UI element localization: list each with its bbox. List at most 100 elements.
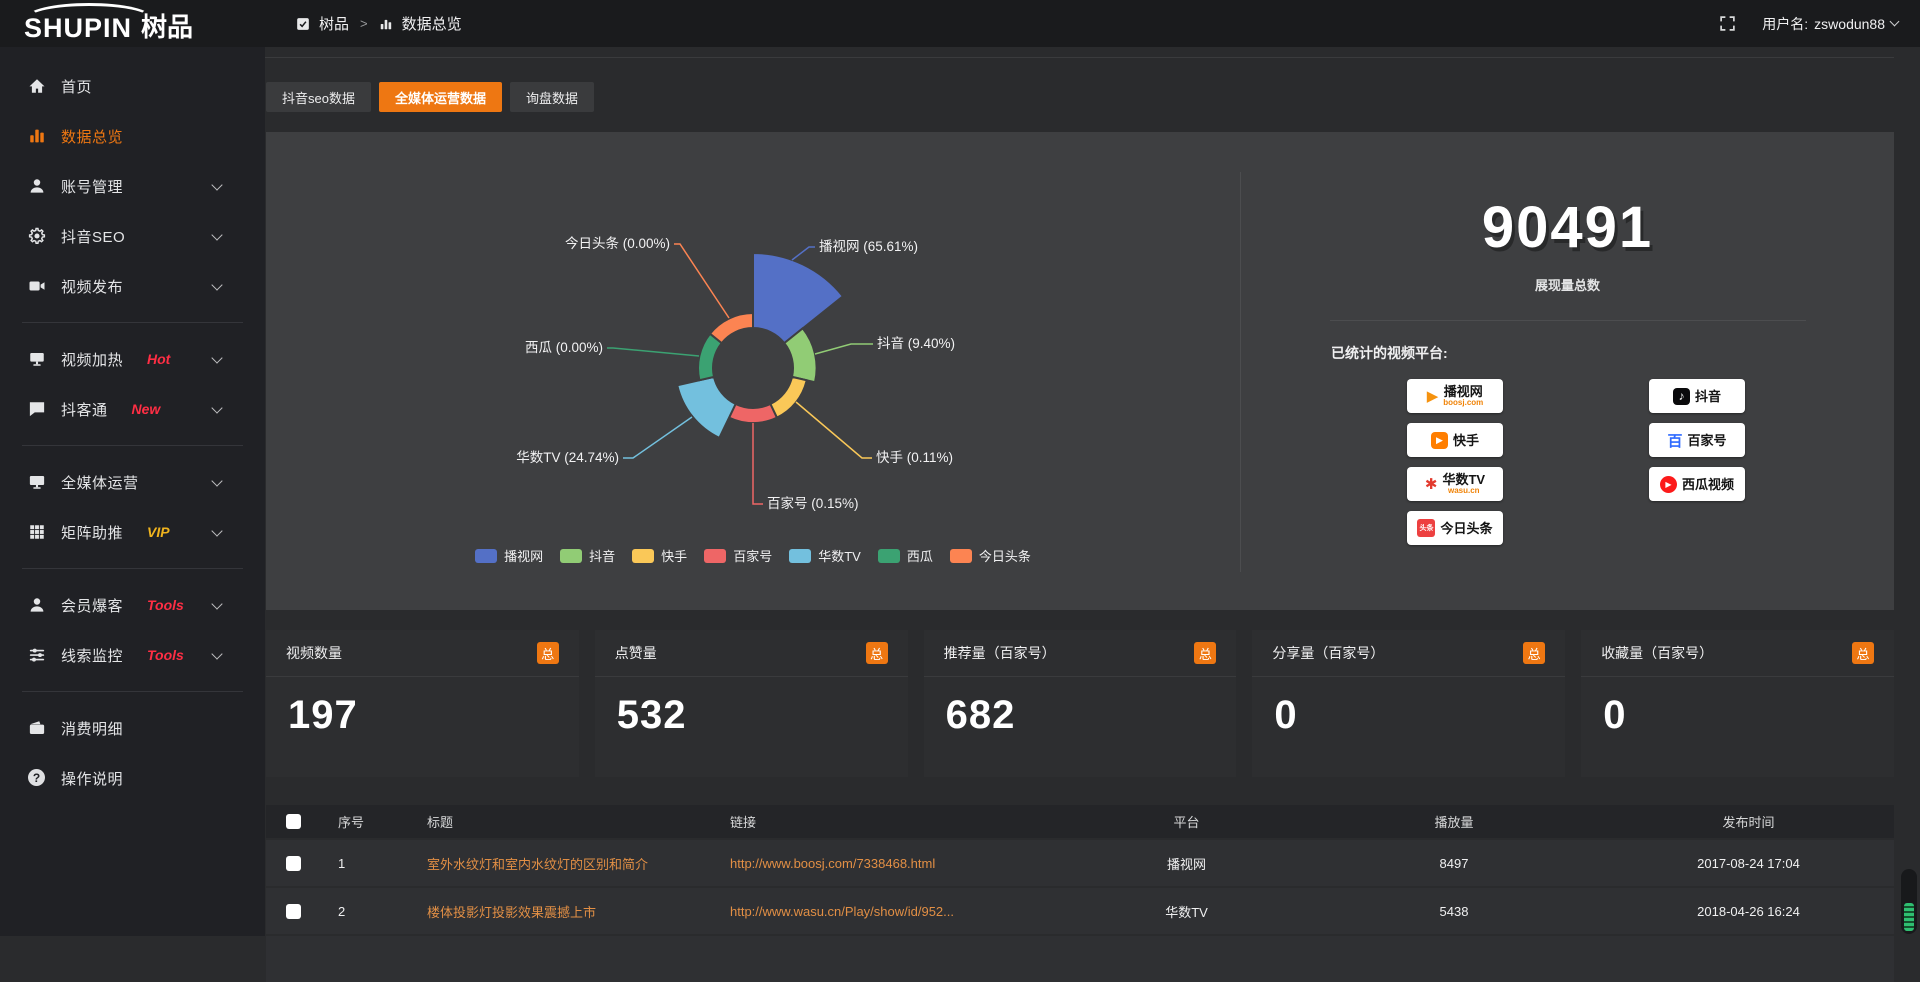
tab-询盘数据[interactable]: 询盘数据: [510, 82, 594, 112]
username-value: zswodun88: [1814, 16, 1885, 32]
platform-name: 抖音: [1695, 390, 1721, 403]
platform-badge-播视网: 播视网boosj.com: [1407, 379, 1503, 413]
total-badge: 总: [1523, 642, 1545, 664]
sidebar-item-会员爆客[interactable]: 会员爆客Tools: [0, 580, 265, 630]
sidebar-item-首页[interactable]: 首页: [0, 61, 265, 111]
pie-label-西瓜: 西瓜 (0.00%): [525, 340, 603, 355]
platform-subtext: boosj.com: [1443, 398, 1483, 407]
sidebar-item-线索监控[interactable]: 线索监控Tools: [0, 630, 265, 680]
pie-label-line: [792, 247, 815, 260]
chevron-down-icon: [211, 179, 222, 190]
platform-badge-text: 华数TVwasu.cn: [1442, 473, 1485, 495]
column-header: 标题: [417, 812, 716, 831]
stat-card-header: 分享量（百家号）总: [1252, 630, 1565, 677]
sidebar-item-视频发布[interactable]: 视频发布: [0, 261, 265, 311]
rose-pie-chart: 播视网 (65.61%)抖音 (9.40%)快手 (0.11%)百家号 (0.1…: [266, 132, 1240, 610]
platform-badge-快手: 快手: [1407, 423, 1503, 457]
row-checkbox[interactable]: [286, 904, 301, 919]
legend-item-播视网[interactable]: 播视网: [475, 546, 543, 565]
chevron-down-icon: [211, 402, 222, 413]
platform-badge-text: 抖音: [1695, 390, 1721, 403]
video-title-link[interactable]: 室外水纹灯和室内水纹灯的区别和简介: [427, 857, 648, 872]
legend-item-西瓜[interactable]: 西瓜: [878, 546, 933, 565]
legend-item-今日头条[interactable]: 今日头条: [950, 546, 1031, 565]
sidebar-item-抖客通[interactable]: 抖客通New: [0, 384, 265, 434]
scrollbar-thumb[interactable]: [1904, 903, 1914, 931]
total-impressions-value: 90491: [1241, 194, 1894, 261]
scrollbar-track: [1901, 869, 1917, 934]
pie-slice-播视网[interactable]: [753, 253, 843, 343]
video-url-link[interactable]: http://www.wasu.cn/Play/show/id/952...: [730, 904, 954, 919]
stat-card-点赞量: 点赞量总532: [595, 630, 908, 777]
platforms-label: 已统计的视频平台:: [1241, 343, 1894, 363]
cell-plays: 8497: [1305, 856, 1603, 871]
video-url-link[interactable]: http://www.boosj.com/7338468.html: [730, 856, 935, 871]
chevron-down-icon: [211, 525, 222, 536]
kuaishou-logo-icon: [1431, 432, 1448, 449]
sidebar-item-消费明细[interactable]: 消费明细: [0, 703, 265, 753]
cell-platform: 播视网: [1068, 854, 1305, 873]
pie-slice-百家号[interactable]: [729, 404, 777, 423]
legend-swatch: [950, 549, 972, 563]
stat-card-title: 推荐量（百家号）: [944, 643, 1056, 663]
pie-slice-快手[interactable]: [770, 377, 806, 418]
sidebar-item-tag: VIP: [147, 524, 170, 540]
table-header-row: 序号标题链接平台播放量发布时间: [266, 805, 1894, 838]
column-header: 平台: [1068, 812, 1305, 831]
legend-item-抖音[interactable]: 抖音: [560, 546, 615, 565]
legend-item-快手[interactable]: 快手: [632, 546, 687, 565]
sidebar-item-矩阵助推[interactable]: 矩阵助推 VIP: [0, 507, 265, 557]
pie-slice-华数TV[interactable]: [677, 377, 735, 438]
row-checkbox[interactable]: [286, 856, 301, 871]
summary-divider: [1330, 320, 1806, 321]
sidebar-item-label: 全媒体运营: [61, 472, 139, 493]
legend-item-百家号[interactable]: 百家号: [704, 546, 772, 565]
legend-label: 快手: [661, 546, 687, 565]
select-all-checkbox[interactable]: [286, 814, 301, 829]
legend-swatch: [632, 549, 654, 563]
tab-抖音seo数据[interactable]: 抖音seo数据: [266, 82, 371, 112]
platform-badge-text: 百家号: [1688, 434, 1727, 447]
pie-label-抖音: 抖音 (9.40%): [877, 335, 955, 351]
legend-label: 华数TV: [818, 546, 861, 565]
stat-card-value: 682: [924, 677, 1237, 738]
monitor-icon: [28, 473, 46, 491]
sidebar-item-label: 矩阵助推: [61, 522, 123, 543]
cell-link: http://www.wasu.cn/Play/show/id/952...: [716, 904, 1068, 919]
sidebar-item-label: 视频加热: [61, 349, 123, 370]
sidebar-item-视频加热[interactable]: 视频加热Hot: [0, 334, 265, 384]
pie-slice-今日头条[interactable]: [710, 313, 753, 343]
chart-panel: 播视网 (65.61%)抖音 (9.40%)快手 (0.11%)百家号 (0.1…: [266, 132, 1894, 610]
stat-card-header: 点赞量总: [595, 630, 908, 677]
sidebar-item-操作说明[interactable]: ?操作说明: [0, 753, 265, 803]
sidebar-item-抖音SEO[interactable]: 抖音SEO: [0, 211, 265, 261]
sidebar-item-label: 抖音SEO: [61, 226, 125, 247]
pie-label-百家号: 百家号 (0.15%): [767, 495, 859, 511]
chevron-down-icon: [211, 279, 222, 290]
stat-card-value: 0: [1252, 677, 1565, 738]
breadcrumb-home[interactable]: 树品: [319, 13, 349, 34]
sidebar-item-账号管理[interactable]: 账号管理: [0, 161, 265, 211]
tab-全媒体运营数据[interactable]: 全媒体运营数据: [379, 82, 502, 112]
cell-title: 楼体投影灯投影效果震撼上市: [417, 902, 716, 921]
fullscreen-icon[interactable]: [1719, 15, 1736, 32]
legend-item-华数TV[interactable]: 华数TV: [789, 546, 861, 565]
stat-card-title: 收藏量（百家号）: [1601, 643, 1713, 663]
pie-label-line: [753, 423, 763, 504]
platform-name: 今日头条: [1440, 522, 1492, 535]
user-menu[interactable]: 用户名: zswodun88: [1762, 14, 1898, 34]
sidebar-item-数据总览[interactable]: 数据总览: [0, 111, 265, 161]
column-header: 播放量: [1305, 812, 1603, 831]
cell-no: 1: [321, 856, 417, 871]
sidebar-item-tag: Tools: [147, 597, 184, 613]
cell-link: http://www.boosj.com/7338468.html: [716, 856, 1068, 871]
video-title-link[interactable]: 楼体投影灯投影效果震撼上市: [427, 905, 596, 920]
stat-card-value: 197: [266, 677, 579, 738]
breadcrumb-current[interactable]: 数据总览: [402, 13, 462, 34]
grid-icon: [28, 523, 46, 541]
username-label: 用户名:: [1762, 14, 1808, 34]
toutiao-logo-icon: [1417, 519, 1435, 537]
total-badge: 总: [1852, 642, 1874, 664]
screen-icon: [28, 350, 46, 368]
sidebar-item-全媒体运营[interactable]: 全媒体运营: [0, 457, 265, 507]
